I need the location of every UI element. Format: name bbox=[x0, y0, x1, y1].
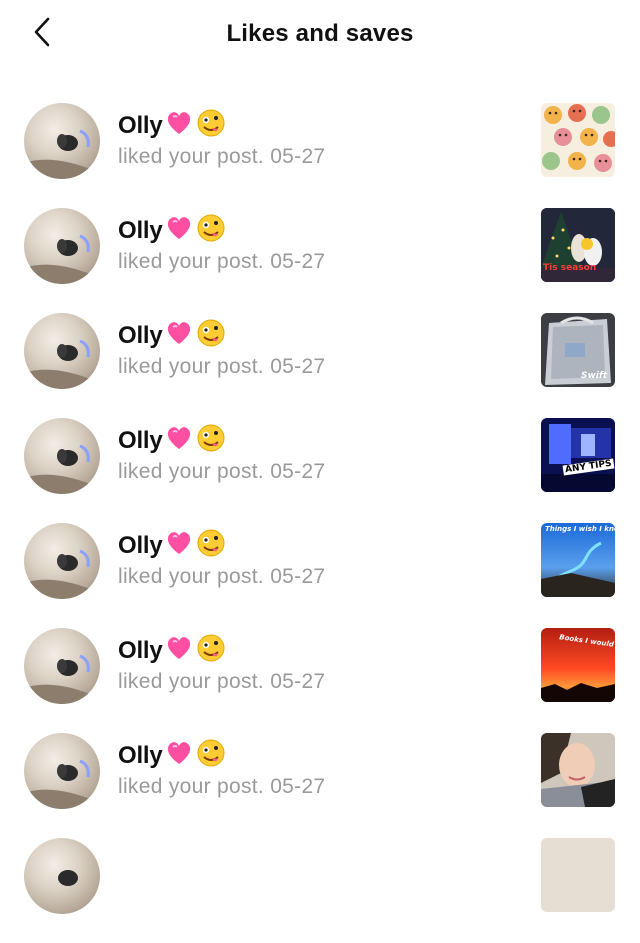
post-thumbnail-sunset[interactable]: Books I would die bbox=[541, 628, 615, 702]
notification-action: liked your post. 05-27 bbox=[118, 775, 326, 798]
zany-face-icon bbox=[197, 529, 225, 564]
list-item[interactable]: Olly liked your post. 05-27 Books I woul… bbox=[0, 628, 640, 733]
notification-text: Olly liked your post. 05-27 bbox=[118, 634, 326, 694]
notification-text: Olly liked your post. 05-27 bbox=[118, 739, 326, 799]
list-item[interactable]: Olly liked your post. 05-27 Swift bbox=[0, 313, 640, 418]
thumb-caption: Swift bbox=[581, 371, 608, 381]
avatar[interactable] bbox=[24, 208, 100, 284]
notification-text: Olly liked your post. 05-27 bbox=[118, 319, 326, 379]
notification-action: liked your post. 05-27 bbox=[118, 460, 326, 483]
avatar[interactable] bbox=[24, 733, 100, 809]
post-thumbnail[interactable] bbox=[541, 838, 615, 912]
post-thumbnail-sky-path[interactable]: Things I wish I knew bbox=[541, 523, 615, 597]
pink-heart-icon bbox=[165, 215, 193, 248]
avatar[interactable] bbox=[24, 103, 100, 179]
user-name[interactable]: Olly bbox=[118, 532, 163, 560]
list-item[interactable]: Olly liked your post. 05-27 ANY TIPS bbox=[0, 418, 640, 523]
user-name[interactable]: Olly bbox=[118, 217, 163, 245]
pink-heart-icon bbox=[165, 425, 193, 458]
notification-date: 05-27 bbox=[270, 250, 326, 273]
thumb-caption: Tis season bbox=[543, 263, 597, 273]
notification-text: Olly liked your post. 05-27 bbox=[118, 424, 326, 484]
notification-action: liked your post. 05-27 bbox=[118, 670, 326, 693]
zany-face-icon bbox=[197, 424, 225, 459]
user-name[interactable]: Olly bbox=[118, 322, 163, 350]
zany-face-icon bbox=[197, 634, 225, 669]
list-item[interactable]: Olly liked your post. 05-27 bbox=[0, 208, 640, 313]
notification-date: 05-27 bbox=[270, 460, 326, 483]
post-thumbnail-night-room[interactable]: ANY TIPS bbox=[541, 418, 615, 492]
notification-date: 05-27 bbox=[270, 565, 326, 588]
notification-text: Olly liked your post. 05-27 bbox=[118, 214, 326, 274]
avatar[interactable] bbox=[24, 628, 100, 704]
post-thumbnail-selfie[interactable] bbox=[541, 733, 615, 807]
notification-list: Olly liked your post. 05-27 Olly liked y… bbox=[0, 0, 640, 914]
list-item-partial-bottom[interactable] bbox=[0, 838, 640, 943]
user-name[interactable]: Olly bbox=[118, 742, 163, 770]
zany-face-icon bbox=[197, 214, 225, 249]
user-name[interactable]: Olly bbox=[118, 112, 163, 140]
pink-heart-icon bbox=[165, 635, 193, 668]
notification-text: Olly liked your post. 05-27 bbox=[118, 529, 326, 589]
notification-text: Olly liked your post. 05-27 bbox=[118, 109, 326, 169]
list-item[interactable]: Olly liked your post. 05-27 bbox=[0, 733, 640, 838]
notification-date: 05-27 bbox=[270, 670, 326, 693]
avatar[interactable] bbox=[24, 523, 100, 599]
notification-date: 05-27 bbox=[270, 355, 326, 378]
notification-date: 05-27 bbox=[270, 145, 326, 168]
thumb-caption: Things I wish I knew bbox=[545, 525, 615, 533]
zany-face-icon bbox=[197, 109, 225, 144]
page-title: Likes and saves bbox=[226, 20, 414, 47]
pink-heart-icon bbox=[165, 320, 193, 353]
zany-face-icon bbox=[197, 739, 225, 774]
user-name[interactable]: Olly bbox=[118, 637, 163, 665]
post-thumbnail-bag[interactable]: Swift bbox=[541, 313, 615, 387]
pink-heart-icon bbox=[165, 530, 193, 563]
header-bar: Likes and saves bbox=[0, 0, 640, 72]
avatar[interactable] bbox=[24, 838, 100, 914]
notification-action: liked your post. 05-27 bbox=[118, 250, 326, 273]
pink-heart-icon bbox=[165, 110, 193, 143]
list-item[interactable]: Olly liked your post. 05-27 bbox=[0, 103, 640, 208]
notification-date: 05-27 bbox=[270, 775, 326, 798]
avatar[interactable] bbox=[24, 418, 100, 494]
notification-action: liked your post. 05-27 bbox=[118, 565, 326, 588]
notification-action: liked your post. 05-27 bbox=[118, 355, 326, 378]
post-thumbnail-christmas[interactable]: Tis season bbox=[541, 208, 615, 282]
notification-action: liked your post. 05-27 bbox=[118, 145, 326, 168]
pink-heart-icon bbox=[165, 740, 193, 773]
avatar[interactable] bbox=[24, 313, 100, 389]
post-thumbnail-smiley[interactable] bbox=[541, 103, 615, 177]
zany-face-icon bbox=[197, 319, 225, 354]
user-name[interactable]: Olly bbox=[118, 427, 163, 455]
list-item[interactable]: Olly liked your post. 05-27 Things I wis… bbox=[0, 523, 640, 628]
